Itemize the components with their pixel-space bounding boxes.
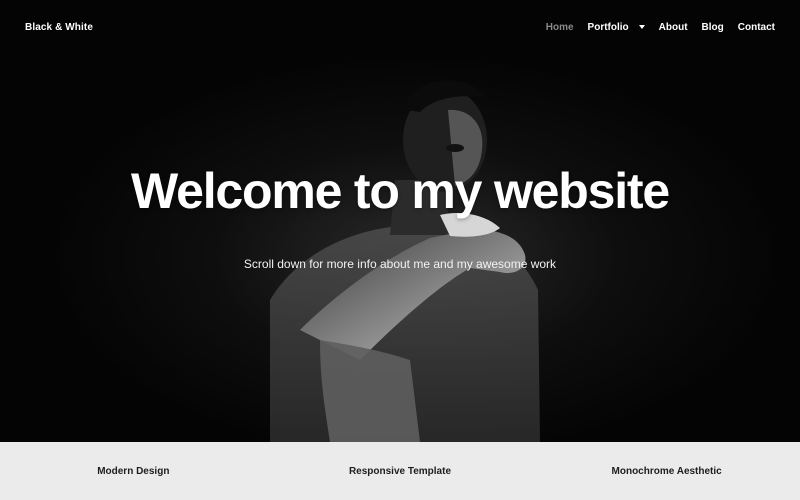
nav-about-link[interactable]: About (659, 22, 688, 33)
hero-photo (0, 0, 800, 442)
feature-monochrome-aesthetic: Monochrome Aesthetic (611, 465, 722, 477)
top-navbar: Black & White Home Portfolio About Blog … (0, 0, 800, 54)
feature-responsive-template: Responsive Template (348, 465, 452, 477)
site-brand-link[interactable]: Black & White (25, 22, 93, 33)
hero-section: Black & White Home Portfolio About Blog … (0, 0, 800, 442)
nav-blog-link[interactable]: Blog (702, 22, 724, 33)
nav-portfolio-label: Portfolio (587, 21, 629, 33)
chevron-down-icon (638, 25, 645, 29)
hero-title: Welcome to my website (131, 163, 670, 219)
hero-subtitle: Scroll down for more info about me and m… (243, 257, 557, 271)
feature-modern-design: Modern Design (97, 465, 170, 477)
features-bar: Modern Design Responsive Template Monoch… (0, 442, 800, 500)
nav-home-link[interactable]: Home (546, 22, 574, 33)
nav-portfolio-dropdown[interactable]: Portfolio (588, 22, 645, 33)
nav-contact-link[interactable]: Contact (738, 22, 775, 33)
nav-menu: Home Portfolio About Blog Contact (532, 22, 775, 33)
